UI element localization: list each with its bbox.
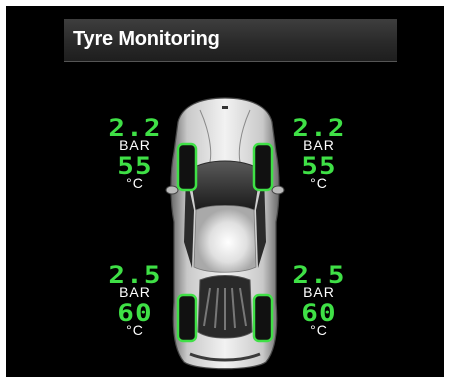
title-bar: Tyre Monitoring	[64, 19, 397, 62]
temperature-value: 55	[301, 152, 337, 180]
tyre-readout-front-left: 2.2 BAR 55 °C	[108, 116, 162, 190]
pressure-value: 2.5	[292, 261, 346, 289]
tyre-readout-front-right: 2.2 BAR 55 °C	[292, 116, 346, 190]
temperature-value: 60	[301, 299, 337, 327]
pressure-value: 2.2	[108, 114, 162, 142]
pressure-value: 2.5	[108, 261, 162, 289]
temperature-value: 55	[117, 152, 153, 180]
temperature-value: 60	[117, 299, 153, 327]
pressure-value: 2.2	[292, 114, 346, 142]
car-top-view-icon	[165, 97, 285, 370]
page-title: Tyre Monitoring	[73, 28, 220, 50]
tyre-readout-rear-left: 2.5 BAR 60 °C	[108, 263, 162, 337]
tyre-readout-rear-right: 2.5 BAR 60 °C	[292, 263, 346, 337]
